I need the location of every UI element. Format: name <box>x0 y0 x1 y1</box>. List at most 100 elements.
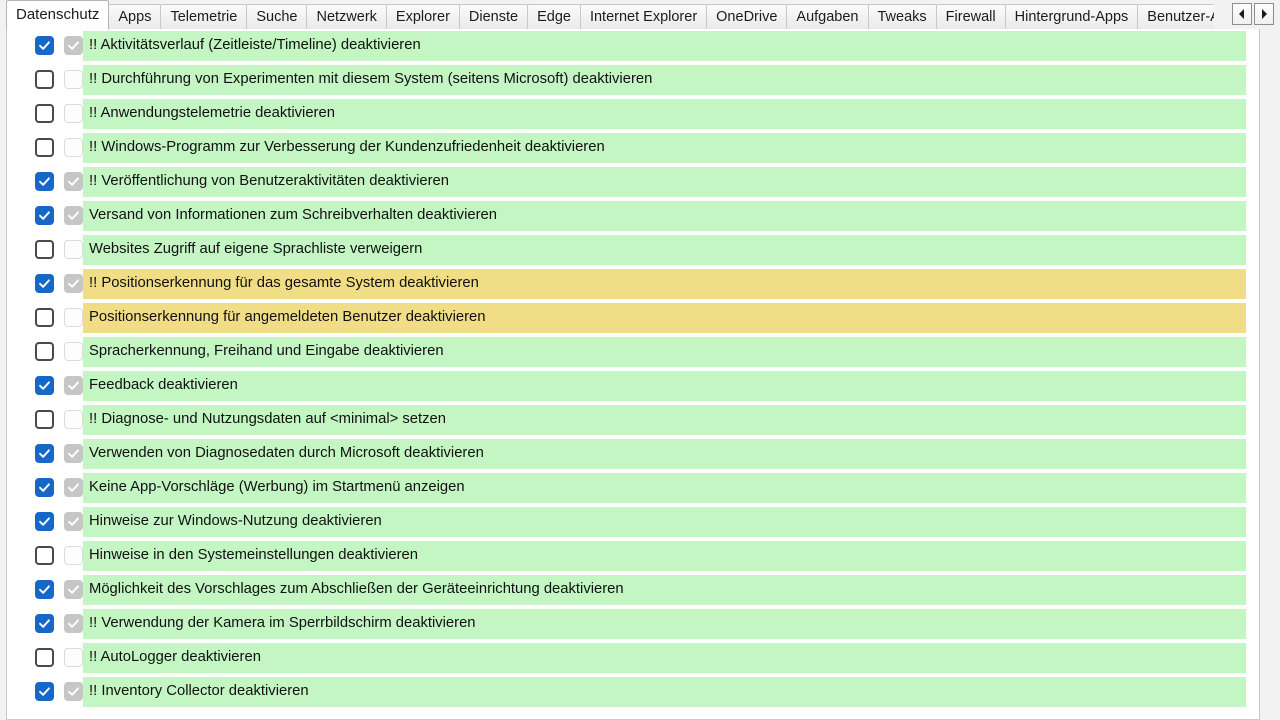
row-highlight-band <box>83 99 1246 129</box>
row-apply-checkbox[interactable] <box>35 376 54 395</box>
tab-scroll-right-button[interactable] <box>1254 3 1274 25</box>
row-state-checkbox <box>64 240 83 259</box>
checkmark-icon <box>65 581 82 598</box>
row-apply-checkbox[interactable] <box>35 172 54 191</box>
row-apply-checkbox[interactable] <box>35 70 54 89</box>
row-highlight-band <box>83 405 1246 435</box>
row-state-checkbox <box>64 206 83 225</box>
settings-row: Feedback deaktivieren <box>7 369 1259 403</box>
row-apply-checkbox[interactable] <box>35 206 54 225</box>
chevron-left-icon <box>1238 9 1246 19</box>
checkmark-icon <box>36 479 53 496</box>
row-highlight-band <box>83 269 1246 299</box>
row-highlight-band <box>83 235 1246 265</box>
row-apply-checkbox[interactable] <box>35 682 54 701</box>
row-state-checkbox <box>64 580 83 599</box>
row-apply-checkbox[interactable] <box>35 444 54 463</box>
row-state-checkbox <box>64 444 83 463</box>
tab-benutzer-app[interactable]: Benutzer-App <box>1137 4 1214 30</box>
row-apply-checkbox[interactable] <box>35 512 54 531</box>
settings-row: !! Inventory Collector deaktivieren <box>7 675 1259 709</box>
row-apply-checkbox[interactable] <box>35 546 54 565</box>
tab-suche[interactable]: Suche <box>246 4 307 30</box>
checkmark-icon <box>36 513 53 530</box>
settings-panel: !! Aktivitätsverlauf (Zeitleiste/Timelin… <box>6 29 1260 720</box>
row-state-checkbox <box>64 512 83 531</box>
row-apply-checkbox[interactable] <box>35 410 54 429</box>
row-apply-checkbox[interactable] <box>35 614 54 633</box>
checkmark-icon <box>65 207 82 224</box>
row-highlight-band <box>83 507 1246 537</box>
checkmark-icon <box>36 207 53 224</box>
checkmark-icon <box>36 173 53 190</box>
tab-netzwerk[interactable]: Netzwerk <box>306 4 386 30</box>
row-state-checkbox <box>64 70 83 89</box>
checkmark-icon <box>36 445 53 462</box>
row-state-checkbox <box>64 104 83 123</box>
settings-row: Websites Zugriff auf eigene Sprachliste … <box>7 233 1259 267</box>
settings-row: !! Aktivitätsverlauf (Zeitleiste/Timelin… <box>7 29 1259 63</box>
tab-aufgaben[interactable]: Aufgaben <box>786 4 868 30</box>
row-state-checkbox <box>64 614 83 633</box>
checkmark-icon <box>65 37 82 54</box>
settings-row: Versand von Informationen zum Schreibver… <box>7 199 1259 233</box>
tab-onedrive[interactable]: OneDrive <box>706 4 787 30</box>
checkmark-icon <box>65 615 82 632</box>
row-highlight-band <box>83 575 1246 605</box>
checkmark-icon <box>36 683 53 700</box>
row-highlight-band <box>83 541 1246 571</box>
row-state-checkbox <box>64 36 83 55</box>
checkmark-icon <box>65 445 82 462</box>
row-apply-checkbox[interactable] <box>35 648 54 667</box>
settings-row: Keine App-Vorschläge (Werbung) im Startm… <box>7 471 1259 505</box>
settings-row: !! Windows-Programm zur Verbesserung der… <box>7 131 1259 165</box>
tab-apps[interactable]: Apps <box>108 4 161 30</box>
row-highlight-band <box>83 31 1246 61</box>
settings-row: !! Veröffentlichung von Benutzeraktivitä… <box>7 165 1259 199</box>
row-highlight-band <box>83 167 1246 197</box>
row-highlight-band <box>83 201 1246 231</box>
tab-telemetrie[interactable]: Telemetrie <box>160 4 247 30</box>
settings-list: !! Aktivitätsverlauf (Zeitleiste/Timelin… <box>7 29 1259 709</box>
row-state-checkbox <box>64 410 83 429</box>
row-apply-checkbox[interactable] <box>35 104 54 123</box>
row-apply-checkbox[interactable] <box>35 478 54 497</box>
row-apply-checkbox[interactable] <box>35 240 54 259</box>
checkmark-icon <box>36 275 53 292</box>
settings-row: Hinweise zur Windows-Nutzung deaktiviere… <box>7 505 1259 539</box>
row-apply-checkbox[interactable] <box>35 342 54 361</box>
settings-row: !! Verwendung der Kamera im Sperrbildsch… <box>7 607 1259 641</box>
row-apply-checkbox[interactable] <box>35 308 54 327</box>
settings-row: !! Positionserkennung für das gesamte Sy… <box>7 267 1259 301</box>
checkmark-icon <box>36 581 53 598</box>
tab-edge[interactable]: Edge <box>527 4 581 30</box>
settings-row: !! AutoLogger deaktivieren <box>7 641 1259 675</box>
checkmark-icon <box>65 377 82 394</box>
row-highlight-band <box>83 643 1246 673</box>
row-apply-checkbox[interactable] <box>35 580 54 599</box>
checkmark-icon <box>65 173 82 190</box>
row-highlight-band <box>83 65 1246 95</box>
row-highlight-band <box>83 609 1246 639</box>
row-apply-checkbox[interactable] <box>35 36 54 55</box>
row-apply-checkbox[interactable] <box>35 274 54 293</box>
tab-internet-explorer[interactable]: Internet Explorer <box>580 4 707 30</box>
tab-datenschutz[interactable]: Datenschutz <box>6 0 109 30</box>
tab-firewall[interactable]: Firewall <box>936 4 1006 30</box>
row-state-checkbox <box>64 648 83 667</box>
settings-row: Hinweise in den Systemeinstellungen deak… <box>7 539 1259 573</box>
tab-tweaks[interactable]: Tweaks <box>868 4 937 30</box>
settings-row: !! Diagnose- und Nutzungsdaten auf <mini… <box>7 403 1259 437</box>
row-state-checkbox <box>64 342 83 361</box>
tab-scroll-left-button[interactable] <box>1232 3 1252 25</box>
row-highlight-band <box>83 677 1246 707</box>
row-state-checkbox <box>64 546 83 565</box>
row-apply-checkbox[interactable] <box>35 138 54 157</box>
settings-row: !! Durchführung von Experimenten mit die… <box>7 63 1259 97</box>
settings-row: Möglichkeit des Vorschlages zum Abschlie… <box>7 573 1259 607</box>
tab-dienste[interactable]: Dienste <box>459 4 528 30</box>
tab-list: DatenschutzAppsTelemetrieSucheNetzwerkEx… <box>6 0 1214 30</box>
tab-hintergrund-apps[interactable]: Hintergrund-Apps <box>1005 4 1139 30</box>
tab-explorer[interactable]: Explorer <box>386 4 460 30</box>
row-state-checkbox <box>64 138 83 157</box>
